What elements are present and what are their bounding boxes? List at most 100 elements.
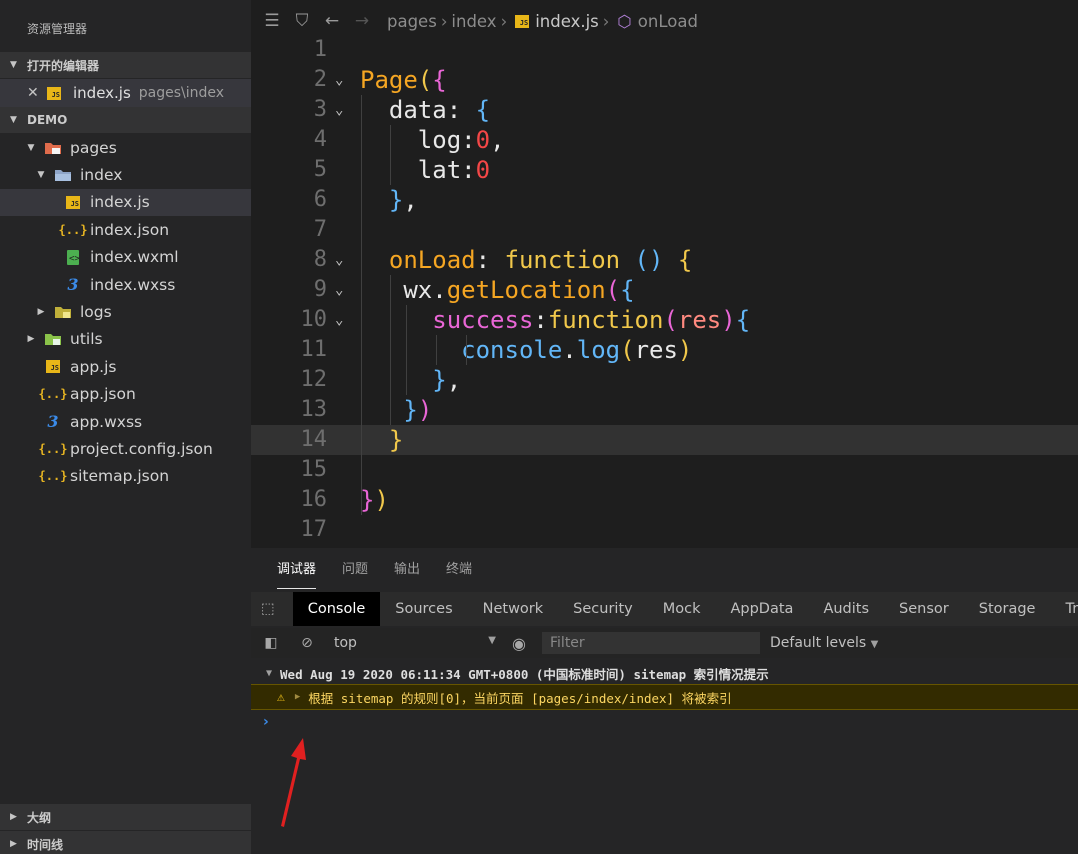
svg-text:<>: <> [69,254,79,264]
code-line[interactable]: 9 ⌄ wx.getLocation({ [251,275,1078,305]
code-line[interactable]: 15 [251,455,1078,485]
tree-item[interactable]: ▼ pages [0,134,251,161]
tree-item[interactable]: 3 index.wxss [0,271,251,298]
code-line[interactable]: 1 [251,35,1078,65]
code-token: res [677,306,722,334]
code-token: . [432,276,447,304]
indent-guide [390,275,391,425]
code-token: ( [417,66,433,94]
open-editor-path: pages\index [138,85,225,101]
line-number: 17 [300,517,328,542]
code-token: data [360,96,447,124]
tree-item[interactable]: {..} project.config.json [0,435,251,462]
breadcrumb-item[interactable]: onLoad [638,12,698,31]
code-token: function [547,306,664,334]
code-token: log [360,126,462,154]
code-text: success:function(res){ [360,305,750,335]
list-icon[interactable]: ☰ [257,11,287,31]
code-line[interactable]: 17 [251,515,1078,545]
fold-chevron-icon[interactable]: ⌄ [335,95,349,125]
open-editors-label: 打开的编辑器 [27,58,100,73]
red-arrow-annotation [281,738,306,827]
css-icon: 3 [47,412,59,431]
tree-item[interactable]: JS app.js [0,353,251,380]
line-number: 1 [313,37,327,62]
bottom-panel: 调试器 问题 输出 终端 ⬚ Console Sources Network S… [251,548,1078,854]
fold-chevron-icon[interactable]: ⌄ [335,275,349,305]
breadcrumb-item[interactable]: pages [387,12,437,31]
breadcrumb-item[interactable]: index.js [535,12,599,31]
project-header[interactable]: ▼ DEMO [0,107,251,133]
code-text: onLoad: function () { [360,245,692,275]
code-token: log [576,336,621,364]
line-number: 5 [313,157,327,182]
code-line[interactable]: 4 log:0, [251,125,1078,155]
code-token: ( [663,306,678,334]
code-text: console.log(res) [360,335,692,365]
tree-item[interactable]: 3 app.wxss [0,408,251,435]
chevron-right-icon: › [602,11,610,31]
js-icon: JS [64,194,82,210]
code-text: wx.getLocation({ [360,275,634,305]
code-line[interactable]: 16}) [251,485,1078,515]
open-editor-item[interactable]: ✕ JS index.js pages\index [0,79,251,107]
outline-header[interactable]: ▶ 大纲 [0,804,251,830]
tree-item[interactable]: ▶ logs [0,298,251,325]
code-text: }) [360,485,389,515]
forward-arrow-icon[interactable]: → [347,11,377,31]
code-token: onLoad [360,246,476,274]
line-number: 7 [313,217,327,242]
tree-item[interactable]: ▼ index [0,161,251,188]
code-line[interactable]: 12 }, [251,365,1078,395]
code-token: } [388,186,404,214]
code-token: 0 [475,126,491,154]
code-line[interactable]: 10 ⌄ success:function(res){ [251,305,1078,335]
fold-chevron-icon[interactable]: ⌄ [335,65,349,95]
code-line[interactable]: 2 ⌄ Page({ [251,65,1078,95]
tree-item[interactable]: <> index.wxml [0,244,251,271]
indent-guide [390,125,391,185]
folder-utils-icon [44,331,62,347]
code-line[interactable]: 11 console.log(res) [251,335,1078,365]
json-icon: {..} [38,387,68,402]
tree-item[interactable]: {..} index.json [0,216,251,243]
tree-item[interactable]: ▶ utils [0,326,251,353]
code-token: wx [360,276,433,304]
breadcrumb-item[interactable]: index [451,12,496,31]
fold-chevron-icon[interactable]: ⌄ [335,305,349,335]
tree-item-label: logs [80,302,112,321]
code-line[interactable]: 13 }) [251,395,1078,425]
code-token: ) [677,336,693,364]
tree-item-label: app.wxss [70,412,143,431]
fold-chevron-icon[interactable]: ⌄ [335,245,349,275]
timeline-header[interactable]: ▶ 时间线 [0,831,251,854]
code-token: . [562,336,577,364]
code-line[interactable]: 7 [251,215,1078,245]
line-number: 10 [300,307,328,332]
close-icon[interactable]: ✕ [27,85,41,101]
code-line[interactable]: 14 } [251,425,1078,455]
json-icon: {..} [38,469,68,484]
code-text: data: { [360,95,490,125]
bookmark-icon[interactable]: ⛉ [287,11,317,31]
timeline-label: 时间线 [27,837,64,852]
tree-item[interactable]: {..} sitemap.json [0,463,251,490]
line-number: 15 [300,457,328,482]
code-token: ) [721,306,736,334]
code-line[interactable]: 5 lat:0 [251,155,1078,185]
code-line[interactable]: 3 ⌄ data: { [251,95,1078,125]
code-line[interactable]: 6 }, [251,185,1078,215]
tree-item[interactable]: {..} app.json [0,381,251,408]
tree-item-label: utils [70,330,103,349]
open-editors-header[interactable]: ▼ 打开的编辑器 [0,52,251,78]
back-arrow-icon[interactable]: ← [317,11,347,31]
tree-item[interactable]: JS index.js [0,188,251,216]
line-number: 11 [300,337,328,362]
code-line[interactable]: 8 ⌄ onLoad: function () { [251,245,1078,275]
code-editor[interactable]: ☰ ⛉ ← → pages › index › JS index.js › ⬡ … [251,0,1078,548]
chevron-down-icon: ▼ [10,60,17,70]
